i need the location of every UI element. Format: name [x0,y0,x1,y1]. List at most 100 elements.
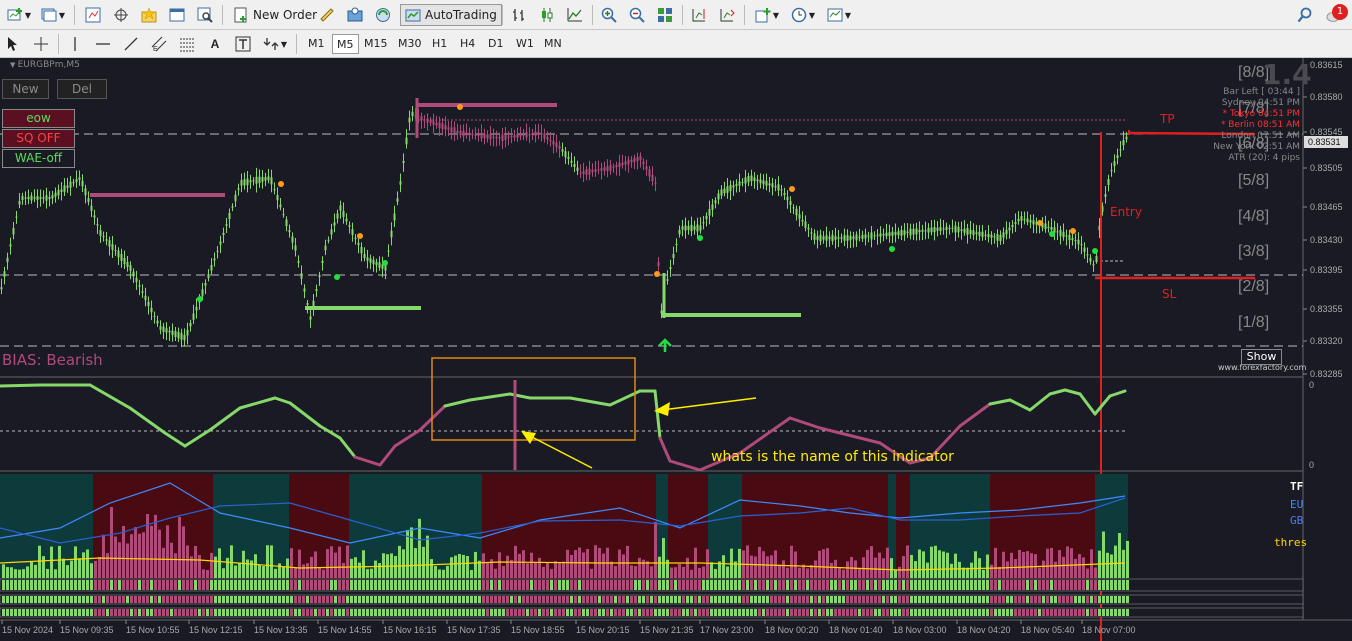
strip-cell [350,609,353,616]
histogram-bar [638,557,641,578]
candle-body [660,310,663,314]
candle-body [813,233,816,240]
show-button[interactable]: Show [1241,349,1282,365]
candle-body [621,162,624,166]
text-tool-button[interactable]: A [204,33,226,55]
timeframe-mn[interactable]: MN [540,34,566,54]
strip-cell [310,609,313,616]
strip-cell [38,596,41,603]
strip-cell [14,596,17,603]
strip-cell [390,596,393,603]
timeframe-m15[interactable]: M15 [360,34,392,54]
strip-cell [34,596,37,603]
eow-button[interactable]: eow [2,109,75,128]
autotrading-button[interactable]: AutoTrading [400,4,502,26]
strip-cell [54,609,57,616]
new-button[interactable]: New [2,79,49,99]
strip-cell [958,609,961,616]
search-icon [1297,7,1312,23]
oscillator-line [353,455,382,467]
signals-button[interactable] [344,4,366,26]
data-window-button[interactable] [110,4,132,26]
horizontal-line-button[interactable] [92,33,114,55]
histogram-bar [1102,531,1105,578]
strip-cell [214,609,217,616]
arrows-button[interactable]: ▼ [260,33,290,55]
strip-cell [718,609,721,616]
cursor-tool-button[interactable] [2,33,24,55]
notifications-button[interactable]: 1 [1320,4,1348,26]
sq-off-button[interactable]: SQ OFF [2,129,75,148]
vertical-line-button[interactable] [64,33,86,55]
indicators-button[interactable]: ▼ [750,4,784,26]
strip-cell [490,580,493,590]
strip-cell [866,596,869,603]
text-label-button[interactable] [232,33,254,55]
fibonacci-button[interactable] [176,33,198,55]
timeframe-d1[interactable]: D1 [484,34,507,54]
crosshair-tool-button[interactable] [30,33,52,55]
metaeditor-button[interactable] [316,4,338,26]
market-button[interactable] [372,4,394,26]
candle-body [363,253,366,259]
candle-body [18,201,21,205]
histogram-bar [1006,561,1009,578]
candle-body [156,320,159,324]
timeframe-w1[interactable]: W1 [512,34,538,54]
del-button[interactable]: Del [57,79,107,99]
candle-body [426,118,429,123]
histogram-bar [862,557,865,578]
oscillator-line [1108,389,1127,398]
candle-body [534,131,537,136]
strip-cell [446,596,449,603]
timeframe-m1[interactable]: M1 [304,34,329,54]
timeframe-h1[interactable]: H1 [428,34,451,54]
trendline-button[interactable] [120,33,142,55]
strip-cell [814,580,817,590]
autoscroll-button[interactable] [716,4,738,26]
new-chart-button[interactable]: ▼ [4,4,34,26]
strip-cell [974,596,977,603]
strip-cell [990,596,993,603]
strip-cell [710,609,713,616]
chart-window[interactable]: [8/8] [7/8] [6/8] [5/8] [4/8] [3/8] [2/8] [1/8]… [0,58,1352,641]
strip-cell [850,580,853,590]
histogram-bar [710,562,713,578]
chart-canvas[interactable]: [8/8][7/8][6/8][5/8][4/8][3/8][2/8][1/8]… [0,58,1352,641]
strip-cell [666,609,669,616]
timeframe-m5[interactable]: M5 [332,34,359,54]
wae-off-button[interactable]: WAE-off [2,149,75,168]
timeframe-h4[interactable]: H4 [456,34,479,54]
candle-body [537,131,540,135]
periods-button[interactable]: ▼ [786,4,820,26]
strip-cell [2,580,5,590]
bar-chart-button[interactable] [508,4,530,26]
strip-cell [374,580,377,590]
strip-cell [594,580,597,590]
new-order-icon [234,7,247,23]
strip-cell [114,596,117,603]
strategy-tester-button[interactable] [194,4,216,26]
candlestick-button[interactable] [536,4,558,26]
candle-body [579,172,582,174]
navigator-button[interactable] [138,4,160,26]
zoom-in-button[interactable] [598,4,620,26]
strip-cell [274,580,277,590]
line-chart-button[interactable] [564,4,586,26]
new-order-button[interactable]: New Order [228,4,322,26]
zoom-out-button[interactable] [626,4,648,26]
strip-cell [1066,596,1069,603]
market-watch-button[interactable] [82,4,104,26]
search-button[interactable] [1294,4,1316,26]
strip-cell [1082,580,1085,590]
tile-windows-button[interactable] [654,4,676,26]
candle-body [465,132,468,136]
equidistant-channel-button[interactable]: E [148,33,170,55]
candle-body [777,184,780,191]
timeframe-m30[interactable]: M30 [394,34,426,54]
terminal-button[interactable] [166,4,188,26]
sl-label: SL [1162,287,1177,301]
chart-shift-button[interactable] [688,4,710,26]
profiles-button[interactable]: ▼ [38,4,68,26]
templates-button[interactable]: ▼ [822,4,856,26]
